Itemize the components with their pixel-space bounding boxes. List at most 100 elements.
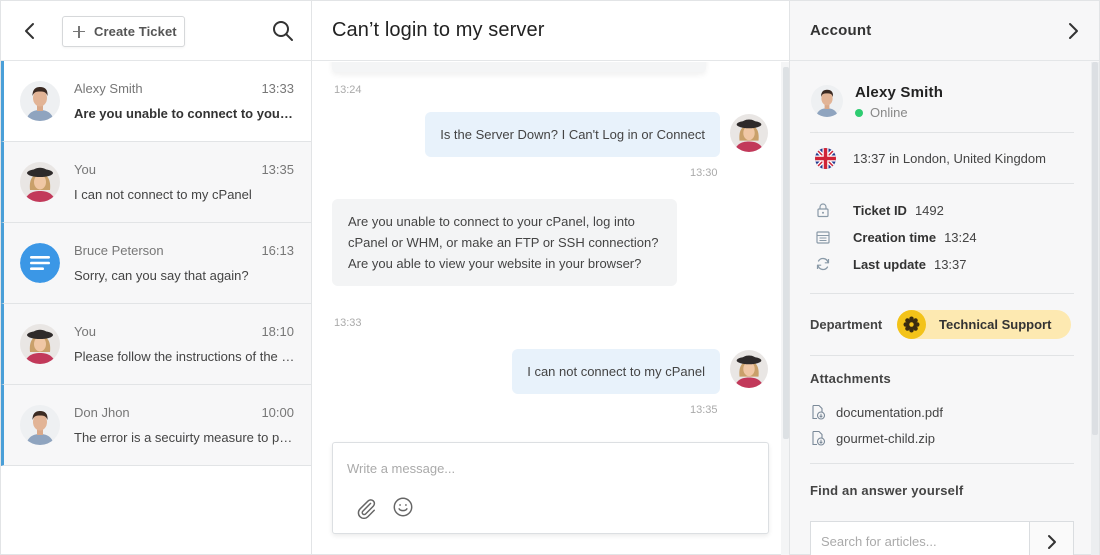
meta-label: Ticket ID — [853, 202, 907, 218]
message-text: Are you unable to connect to your cPanel… — [348, 214, 659, 271]
meta-label: Last update — [853, 256, 926, 272]
message-input[interactable] — [347, 461, 747, 476]
female-avatar — [730, 350, 768, 388]
divider — [810, 183, 1074, 184]
department-value: Technical Support — [939, 317, 1052, 332]
file-download-icon — [812, 430, 826, 446]
account-user-name: Alexy Smith — [855, 84, 944, 101]
uk-flag-icon — [815, 148, 836, 169]
message-time: 13:24 — [334, 84, 362, 96]
conversation-header: Can’t login to my server — [312, 1, 789, 61]
ticket-time: 10:00 — [261, 405, 294, 420]
ticket-preview: Please follow the instructions of the do… — [74, 349, 296, 364]
female-avatar — [20, 162, 60, 202]
ticket-list: Alexy Smith 13:33 Are you unable to conn… — [1, 61, 311, 466]
back-icon[interactable] — [21, 21, 39, 41]
meta-value: 13:37 — [933, 256, 967, 272]
incoming-message-bubble — [332, 62, 706, 72]
plus-icon — [73, 25, 85, 38]
outgoing-message-bubble: Is the Server Down? I Can't Log in or Co… — [425, 112, 720, 157]
account-header: Account — [790, 1, 1099, 61]
ticket-preview: I can not connect to my cPanel — [74, 187, 252, 202]
female-avatar — [20, 324, 60, 364]
message-time: 13:30 — [690, 167, 718, 179]
ticket-sender: Bruce Peterson — [74, 243, 164, 258]
attachment-item[interactable]: documentation.pdf — [810, 404, 943, 420]
article-search-button[interactable] — [1029, 522, 1073, 555]
incoming-message-bubble: Are you unable to connect to your cPanel… — [332, 199, 677, 286]
ticket-item[interactable]: Bruce Peterson 16:13 Sorry, can you say … — [1, 223, 311, 304]
divider — [810, 132, 1074, 133]
article-search-input[interactable] — [821, 534, 1021, 549]
ticket-sender: Alexy Smith — [74, 81, 143, 96]
message-time: 13:35 — [690, 404, 718, 416]
ticket-time: 18:10 — [261, 324, 294, 339]
meta-label: Creation time — [853, 229, 937, 245]
divider — [810, 463, 1074, 464]
department-label: Department — [810, 317, 883, 332]
support-app: Create Ticket Alexy Smith 13:33 Are you … — [0, 0, 1100, 555]
meta-value: 13:24 — [944, 229, 977, 245]
last-update-row: Last update 13:37 — [815, 256, 967, 272]
divider — [810, 355, 1074, 356]
account-panel: Account Alexy Smith Online 13:37 in Lond… — [790, 1, 1099, 555]
search-icon[interactable] — [272, 20, 294, 42]
attachment-item[interactable]: gourmet-child.zip — [810, 430, 935, 446]
account-status: Online — [855, 105, 908, 120]
ticket-list-panel: Create Ticket Alexy Smith 13:33 Are you … — [1, 1, 312, 554]
attachments-title: Attachments — [810, 371, 891, 386]
divider — [810, 293, 1074, 294]
calendar-icon — [816, 231, 830, 244]
account-location: 13:37 in London, United Kingdom — [853, 151, 1046, 166]
department-badge[interactable]: Technical Support — [897, 310, 1071, 339]
ticket-id-row: Ticket ID 1492 — [815, 202, 944, 218]
male-avatar — [811, 85, 843, 117]
create-ticket-label: Create Ticket — [94, 24, 177, 39]
ticket-time: 13:33 — [261, 81, 294, 96]
create-ticket-button[interactable]: Create Ticket — [62, 16, 185, 47]
ticket-time: 13:35 — [261, 162, 294, 177]
message-lines-avatar — [20, 243, 60, 283]
ticket-preview: Sorry, can you say that again? — [74, 268, 249, 283]
article-search-box — [810, 521, 1074, 555]
meta-value: 1492 — [914, 202, 944, 218]
lock-icon — [817, 203, 829, 218]
message-text: I can not connect to my cPanel — [527, 364, 705, 379]
ticket-item[interactable]: Alexy Smith 13:33 Are you unable to conn… — [1, 61, 311, 142]
ticket-preview: Are you unable to connect to your cPanel… — [74, 106, 296, 121]
emoji-icon[interactable] — [392, 496, 414, 518]
ticket-sender: Don Jhon — [74, 405, 130, 420]
account-scrollbar-track[interactable] — [1091, 62, 1099, 555]
gear-icon — [897, 310, 926, 339]
ticket-sender: You — [74, 162, 96, 177]
message-time: 13:33 — [334, 317, 362, 329]
creation-time-row: Creation time 13:24 — [815, 229, 977, 245]
conversation-title: Can’t login to my server — [332, 19, 545, 41]
message-text: Is the Server Down? I Can't Log in or Co… — [440, 127, 705, 142]
refresh-icon — [816, 257, 830, 271]
attachment-name: gourmet-child.zip — [836, 430, 935, 446]
chat-scrollbar[interactable] — [783, 67, 789, 439]
outgoing-message-bubble: I can not connect to my cPanel — [512, 349, 720, 394]
female-avatar — [730, 114, 768, 152]
account-scrollbar[interactable] — [1092, 62, 1098, 435]
ticket-preview: The error is a secuirty measure to preve… — [74, 430, 296, 445]
file-download-icon — [812, 404, 826, 420]
ticket-time: 16:13 — [261, 243, 294, 258]
ticket-sender: You — [74, 324, 96, 339]
account-title: Account — [810, 22, 872, 39]
ticket-list-header: Create Ticket — [1, 1, 311, 61]
paperclip-icon[interactable] — [355, 497, 377, 519]
chevron-right-icon[interactable] — [1065, 21, 1081, 41]
attachment-name: documentation.pdf — [836, 404, 943, 420]
chevron-right-icon — [1047, 535, 1056, 549]
message-composer — [332, 442, 769, 534]
ticket-item[interactable]: You 18:10 Please follow the instructions… — [1, 304, 311, 385]
account-status-label: Online — [870, 105, 908, 120]
conversation-panel: Can’t login to my server 13:24 Is the Se… — [312, 1, 790, 555]
ticket-item[interactable]: You 13:35 I can not connect to my cPanel — [1, 142, 311, 223]
male-avatar — [20, 405, 60, 445]
find-answer-title: Find an answer yourself — [810, 483, 964, 498]
male-avatar — [20, 81, 60, 121]
ticket-item[interactable]: Don Jhon 10:00 The error is a secuirty m… — [1, 385, 311, 466]
